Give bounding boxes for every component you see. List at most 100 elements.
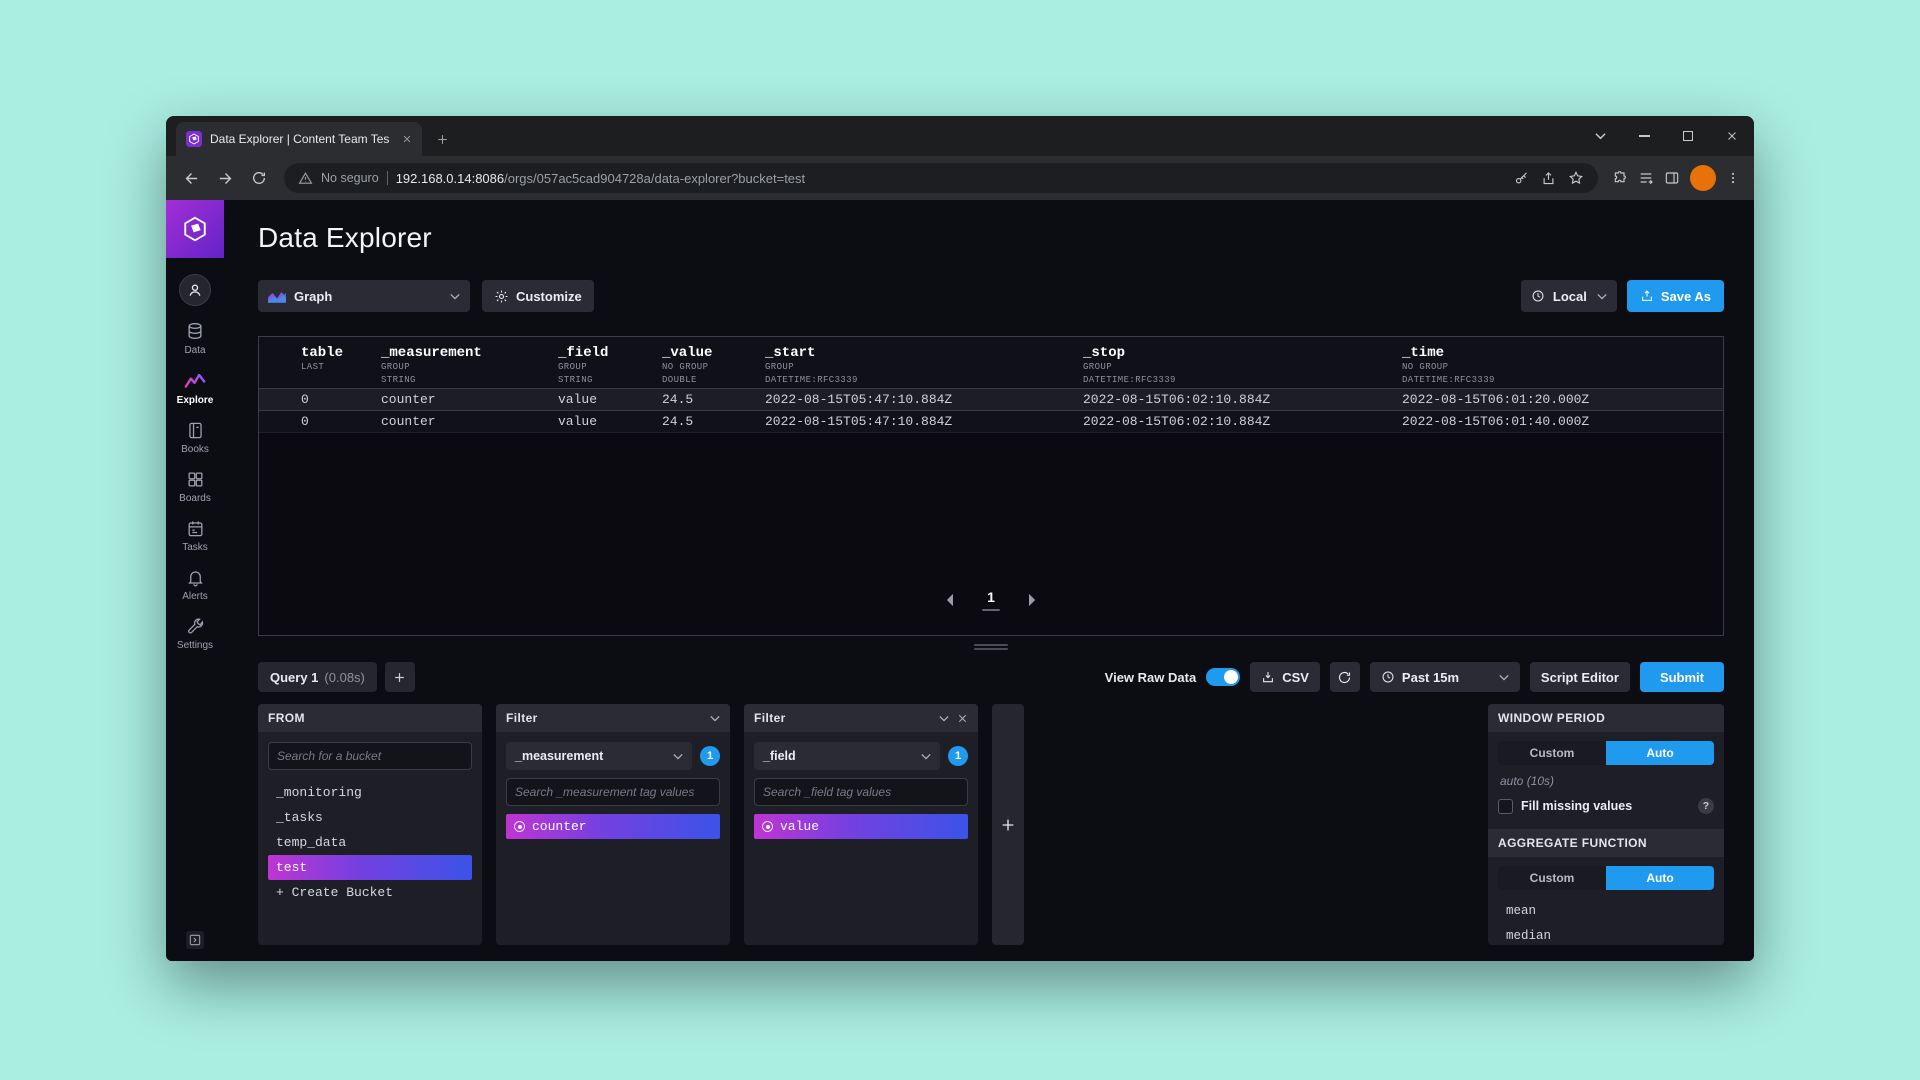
- bucket-item[interactable]: temp_data: [268, 830, 472, 855]
- page-number[interactable]: 1: [982, 589, 1000, 611]
- gear-icon: [494, 289, 509, 304]
- sidebar-item-boards[interactable]: Boards: [166, 470, 224, 504]
- script-editor-button[interactable]: Script Editor: [1530, 662, 1630, 692]
- bucket-list: _monitoring _tasks temp_data test + Crea…: [268, 780, 472, 905]
- sidebar-item-label: Explore: [177, 395, 214, 406]
- forward-icon[interactable]: [210, 163, 240, 193]
- tasks-icon: [186, 519, 205, 538]
- query-bar: Query 1 (0.08s) View Raw Data CSV: [258, 662, 1724, 692]
- aggregate-function-item[interactable]: median: [1498, 924, 1714, 945]
- user-avatar[interactable]: [179, 274, 211, 306]
- filter-card-header[interactable]: Filter: [744, 704, 978, 732]
- key-icon[interactable]: [1514, 171, 1529, 186]
- aggregate-auto-button[interactable]: Auto: [1606, 866, 1714, 890]
- bucket-item[interactable]: _tasks: [268, 805, 472, 830]
- aggregate-function-item[interactable]: mean: [1498, 899, 1714, 923]
- page-next-icon[interactable]: [1024, 589, 1041, 611]
- customize-button[interactable]: Customize: [482, 280, 594, 312]
- aggregate-custom-button[interactable]: Custom: [1498, 866, 1606, 890]
- chevron-down-icon: [1597, 293, 1607, 300]
- tab-close-icon[interactable]: [402, 134, 412, 144]
- sidebar-item-tasks[interactable]: Tasks: [166, 519, 224, 553]
- table-row: 0 counter value 24.5 2022-08-15T05:47:10…: [259, 389, 1723, 411]
- sidebar-item-alerts[interactable]: Alerts: [166, 568, 224, 602]
- address-bar[interactable]: No seguro 192.168.0.14:8086/orgs/057ac5c…: [284, 163, 1598, 193]
- column-header: table: [301, 345, 381, 361]
- close-icon[interactable]: [1710, 116, 1754, 156]
- help-icon[interactable]: ?: [1698, 798, 1714, 814]
- column-header: _start: [765, 345, 1083, 361]
- sidebar-item-label: Settings: [177, 640, 213, 651]
- sidebar-item-books[interactable]: Books: [166, 421, 224, 455]
- bucket-item[interactable]: _monitoring: [268, 780, 472, 805]
- menu-kebab-icon[interactable]: [1726, 170, 1740, 186]
- submit-button[interactable]: Submit: [1640, 662, 1724, 692]
- main-content: Data Explorer Graph Customize: [224, 200, 1754, 961]
- timezone-label: Local: [1553, 289, 1587, 304]
- filter-card-header[interactable]: Filter: [496, 704, 730, 732]
- column-header: _field: [558, 345, 662, 361]
- view-type-dropdown[interactable]: Graph: [258, 280, 470, 312]
- filter-key-dropdown[interactable]: _measurement: [506, 742, 692, 770]
- view-raw-data-toggle[interactable]: [1206, 668, 1240, 686]
- filter-title: Filter: [754, 711, 786, 725]
- share-icon[interactable]: [1541, 171, 1556, 186]
- page-prev-icon[interactable]: [941, 589, 958, 611]
- sidebar-item-label: Boards: [179, 493, 211, 504]
- fill-missing-values-label: Fill missing values: [1521, 799, 1632, 813]
- chevron-down-icon: [1499, 674, 1509, 681]
- browser-toolbar: No seguro 192.168.0.14:8086/orgs/057ac5c…: [166, 156, 1754, 200]
- panel-resize-handle[interactable]: [974, 644, 1008, 650]
- extensions-puzzle-icon[interactable]: [1612, 170, 1628, 186]
- chevron-down-icon: [921, 753, 931, 760]
- fill-missing-values-checkbox[interactable]: [1498, 799, 1513, 814]
- tag-value-label: counter: [532, 819, 587, 834]
- save-as-button[interactable]: Save As: [1627, 280, 1724, 312]
- refresh-button[interactable]: [1330, 662, 1360, 692]
- maximize-icon[interactable]: [1666, 116, 1710, 156]
- bucket-item-selected[interactable]: test: [268, 855, 472, 880]
- time-range-dropdown[interactable]: Past 15m: [1370, 662, 1520, 692]
- explore-icon: [184, 371, 206, 391]
- collapse-nav-icon[interactable]: [186, 931, 204, 949]
- tab-search-chevron-icon[interactable]: [1578, 116, 1622, 156]
- bookmark-star-icon[interactable]: [1568, 170, 1584, 186]
- side-panel-icon[interactable]: [1664, 170, 1680, 186]
- raw-data-table: tableLAST _measurementGROUPSTRING _field…: [259, 337, 1723, 433]
- sidebar-item-label: Tasks: [182, 542, 208, 553]
- create-bucket-button[interactable]: + Create Bucket: [268, 880, 472, 905]
- back-icon[interactable]: [176, 163, 206, 193]
- bucket-search-input[interactable]: [268, 742, 472, 770]
- csv-button[interactable]: CSV: [1250, 662, 1320, 692]
- tag-value-selected[interactable]: counter: [506, 814, 720, 839]
- profile-avatar[interactable]: [1690, 165, 1716, 191]
- add-filter-button[interactable]: [992, 704, 1024, 945]
- minimize-icon[interactable]: [1622, 116, 1666, 156]
- tag-value-search-input[interactable]: [754, 778, 968, 806]
- influxdb-logo[interactable]: [166, 200, 224, 258]
- export-icon: [1640, 289, 1654, 303]
- filter-key-dropdown[interactable]: _field: [754, 742, 940, 770]
- from-title: FROM: [268, 711, 305, 725]
- reload-icon[interactable]: [244, 163, 274, 193]
- timezone-dropdown[interactable]: Local: [1521, 280, 1617, 312]
- window-period-custom-button[interactable]: Custom: [1498, 741, 1606, 765]
- browser-tab[interactable]: Data Explorer | Content Team Tes: [176, 122, 422, 156]
- sidebar-item-settings[interactable]: Settings: [166, 617, 224, 651]
- filter-key-label: _field: [763, 749, 796, 763]
- aggregate-function-list: mean median last: [1498, 899, 1714, 945]
- chevron-down-icon: [939, 715, 949, 722]
- tag-value-selected[interactable]: value: [754, 814, 968, 839]
- remove-filter-icon[interactable]: [957, 713, 968, 724]
- sidebar-item-explore[interactable]: Explore: [166, 371, 224, 406]
- query-tab[interactable]: Query 1 (0.08s): [258, 662, 377, 692]
- new-tab-button[interactable]: [428, 125, 456, 153]
- column-header: _value: [662, 345, 765, 361]
- window-period-auto-button[interactable]: Auto: [1606, 741, 1714, 765]
- add-query-button[interactable]: [385, 662, 415, 692]
- table-header-row: tableLAST _measurementGROUPSTRING _field…: [259, 337, 1723, 389]
- aggregate-segmented: Custom Auto: [1498, 866, 1714, 890]
- tag-value-search-input[interactable]: [506, 778, 720, 806]
- reading-list-icon[interactable]: [1638, 170, 1654, 186]
- sidebar-item-data[interactable]: Data: [166, 321, 224, 356]
